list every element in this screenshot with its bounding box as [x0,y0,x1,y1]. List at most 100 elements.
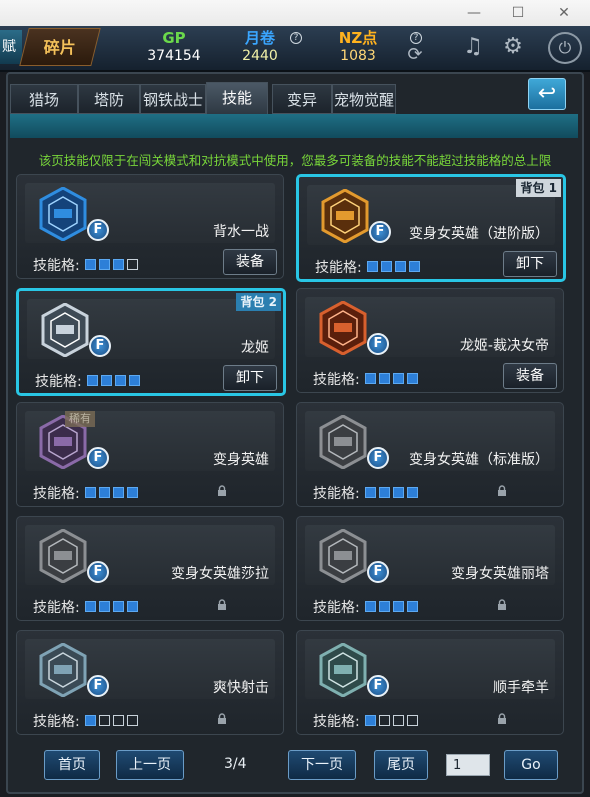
go-button[interactable]: Go [504,750,558,780]
slot-filled [99,487,110,498]
slot-filled [379,601,390,612]
slot-label: 技能格: [33,258,80,274]
music-icon[interactable]: ♫ [458,30,488,64]
skill-card[interactable]: 稀有 F 变身英雄 技能格: [16,402,284,507]
skill-name: 爽快射击 [213,680,269,696]
lock-icon [218,713,226,724]
tab-tower-defense[interactable]: 塔防 [78,84,140,114]
next-page-button[interactable]: 下一页 [288,750,356,780]
skill-card[interactable]: F 背水一战技能格: 装备 [16,174,284,279]
tab-pet-awakening[interactable]: 宠物觉醒 [332,84,396,114]
tab-mutation[interactable]: 变异 [272,84,332,114]
slot-filled [99,601,110,612]
skill-name: 变身女英雄（进阶版） [409,226,549,242]
unequip-button[interactable]: 卸下 [223,365,277,391]
slot-filled [407,601,418,612]
slot-filled [87,375,98,386]
slot-filled [409,261,420,272]
nz-balance: NZ点 1083 ? [310,29,422,66]
slot-empty [379,715,390,726]
skill-name: 龙姬 [241,340,269,356]
rare-tag: 稀有 [65,411,95,427]
skill-name: 背水一战 [213,224,269,240]
slot-filled [381,261,392,272]
lock-icon [218,485,226,496]
bag-slot-tag: 背包 2 [236,293,281,311]
tab-iron-warrior[interactable]: 钢铁战士 [140,84,206,114]
skill-card[interactable]: F 变身女英雄（进阶版） 技能格: 卸下 背包 1 [296,174,566,282]
tab-hunting[interactable]: 猎场 [10,84,78,114]
slot-filled [379,373,390,384]
slot-filled [367,261,378,272]
slot-label: 技能格: [313,600,360,616]
prev-page-button[interactable]: 上一页 [116,750,184,780]
skill-name: 顺手牵羊 [493,680,549,696]
skill-type-badge: F [367,675,389,697]
slot-empty [127,715,138,726]
tab-skills[interactable]: 技能 [206,82,268,116]
help-icon[interactable]: ? [290,32,302,44]
help-icon[interactable]: ? [410,32,422,44]
page-number-input[interactable] [446,754,490,776]
first-page-button[interactable]: 首页 [44,750,100,780]
slot-label: 技能格: [35,374,82,390]
skill-type-badge: F [367,447,389,469]
slot-filled [393,487,404,498]
equip-button[interactable]: 装备 [223,249,277,275]
refresh-icon[interactable]: ⟳ [400,44,430,66]
skill-card[interactable]: F 变身女英雄丽塔 技能格: [296,516,564,621]
skill-card[interactable]: F 龙姬-裁决女帝 技能格: 装备 [296,288,564,393]
bag-slot-tag: 背包 1 [516,179,561,197]
slot-filled [365,487,376,498]
slot-label: 技能格: [315,260,362,276]
lock-icon [498,599,506,610]
power-icon[interactable]: ⏻ [548,32,582,64]
slot-label: 技能格: [313,372,360,388]
slot-label: 技能格: [33,486,80,502]
skill-card[interactable]: F 爽快射击 技能格: [16,630,284,735]
tab-content-header [10,114,578,138]
slot-filled [379,487,390,498]
gear-icon[interactable]: ⚙ [498,30,528,64]
slot-filled [407,373,418,384]
nz-value: 1083 [340,48,376,64]
lock-icon [498,713,506,724]
nz-label: NZ点 [338,29,378,47]
skill-card[interactable]: F 龙姬 技能格: 卸下 背包 2 [16,288,286,396]
skill-card[interactable]: F 顺手牵羊技能格: [296,630,564,735]
skill-card[interactable]: F 变身女英雄莎拉 技能格: [16,516,284,621]
bullets-icon [39,643,87,697]
maximize-button[interactable]: ☐ [506,4,530,22]
left-tab-stub[interactable]: 赋 [0,30,22,64]
skill-card[interactable]: F 变身女英雄（标准版） 技能格: [296,402,564,507]
slot-empty [393,715,404,726]
back-arrow-icon: ↩ [537,81,557,106]
yuejuan-value: 2440 [242,48,278,64]
hero-grey-icon [39,529,87,583]
close-window-button[interactable]: ✕ [552,4,576,22]
equip-button[interactable]: 装备 [503,363,557,389]
hero-silver-icon [41,303,89,357]
skill-notice: 该页技能仅限于在闯关模式和对抗模式中使用，您最多可装备的技能不能超过技能格的总上… [38,153,552,168]
page-indicator: 3/4 [224,756,247,772]
fragments-tab[interactable]: 碎片 [19,28,101,66]
slot-label: 技能格: [313,714,360,730]
skill-type-badge: F [87,561,109,583]
unequip-button[interactable]: 卸下 [503,251,557,277]
slot-filled [129,375,140,386]
slot-filled [85,259,96,270]
last-page-button[interactable]: 尾页 [374,750,428,780]
skill-type-badge: F [87,219,109,241]
slot-filled [113,259,124,270]
skill-type-badge: F [367,333,389,355]
hero-gold-icon [321,189,369,243]
gp-balance: GP 374154 [126,30,222,66]
minimize-button[interactable]: — [462,4,486,22]
slot-filled [365,601,376,612]
skill-name: 变身女英雄（标准版） [409,452,549,468]
slot-label: 技能格: [33,714,80,730]
back-button[interactable]: ↩ [528,78,566,110]
slot-filled [85,601,96,612]
slot-label: 技能格: [313,486,360,502]
slot-filled [393,373,404,384]
